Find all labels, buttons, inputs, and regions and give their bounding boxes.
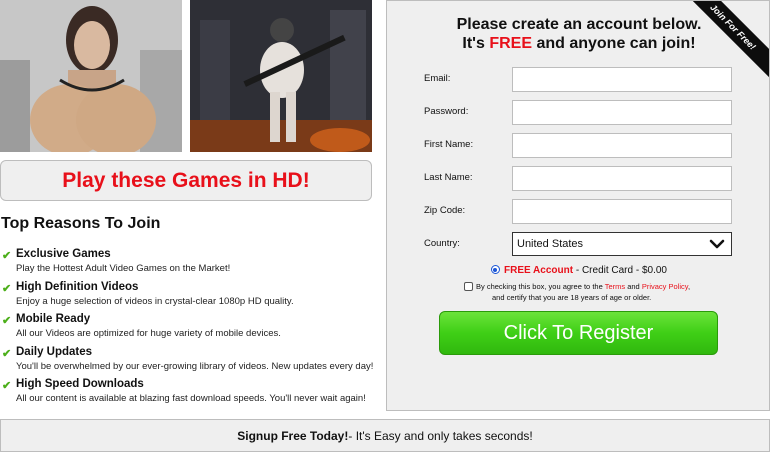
reasons-heading: Top Reasons To Join [1,215,161,232]
list-item: ✔ Exclusive Games Play the Hottest Adult… [0,247,380,280]
check-icon: ✔ [2,380,12,392]
game-thumbnail-2[interactable] [190,0,372,152]
zip-code-row: Zip Code: [387,199,769,225]
reason-description: All our Videos are optimized for huge va… [16,328,281,339]
reason-description: You'll be overwhelmed by our ever-growin… [16,360,374,372]
free-account-label: FREE Account [503,265,574,276]
password-row: Password: [387,100,769,126]
reason-title: Exclusive Games [16,248,111,260]
terms-line1: By checking this box, you agree to the T… [464,281,764,292]
reason-description: Enjoy a huge selection of videos in crys… [16,295,294,307]
first-name-label: First Name: [424,139,474,150]
character-soldier-image [190,0,372,152]
chevron-down-icon [709,239,725,249]
reason-description: All our content is available at blazing … [16,393,366,404]
email-field[interactable] [512,67,732,92]
check-icon: ✔ [2,347,12,360]
country-label: Country: [424,238,460,249]
check-icon: ✔ [2,250,12,262]
signup-subtext: - It's Easy and only takes seconds! [348,428,533,443]
first-name-field[interactable] [512,133,732,158]
list-item: ✔ High Speed Downloads All our content i… [0,377,380,410]
form-heading-line1: Please create an account below. [456,16,702,33]
email-row: Email: [387,67,769,93]
register-button[interactable]: Click To Register [439,311,718,355]
terms-text: , [687,282,691,291]
zip-code-field[interactable] [512,199,732,224]
reason-title: High Speed Downloads [16,378,144,390]
password-label: Password: [424,106,469,117]
reasons-list: ✔ Exclusive Games Play the Hottest Adult… [0,247,380,410]
plan-price-text: - Credit Card - $0.00 [573,265,667,276]
signup-form-panel: Join For Free! Please create an account … [386,0,770,411]
terms-text: and [625,282,642,291]
heading-text: and anyone can join! [532,35,696,52]
last-name-field[interactable] [512,166,732,191]
country-select[interactable]: United States [512,232,732,256]
reason-title: Daily Updates [16,345,93,358]
free-highlight: FREE [489,35,532,52]
plan-option[interactable]: FREE Account - Credit Card - $0.00 [387,265,769,276]
terms-line2: and certify that you are 18 years of age… [492,293,652,302]
terms-link[interactable]: Terms [605,282,625,291]
reason-description: Play the Hottest Adult Video Games on th… [16,263,231,274]
list-item: ✔ High Definition Videos Enjoy a huge se… [0,280,380,313]
password-field[interactable] [512,100,732,125]
check-icon: ✔ [2,315,12,327]
form-heading-line2: It's FREE and anyone can join! [387,34,769,53]
last-name-row: Last Name: [387,166,769,192]
check-icon: ✔ [2,282,12,295]
character-portrait-image [0,0,182,152]
form-heading: Please create an account below. It's FRE… [387,15,769,53]
country-selected-value: United States [517,238,584,250]
email-label: Email: [424,73,451,84]
plan-radio[interactable] [490,265,500,274]
list-item: ✔ Mobile Ready All our Videos are optimi… [0,312,380,345]
game-thumbnail-1[interactable] [0,0,182,152]
list-item: ✔ Daily Updates You'll be overwhelmed by… [0,345,380,378]
privacy-policy-link[interactable]: Privacy Policy [642,282,688,291]
signup-footer-bar[interactable]: Signup Free Today! - It's Easy and only … [0,419,770,452]
zip-code-label: Zip Code: [424,205,466,216]
terms-agreement: By checking this box, you agree to the T… [464,281,764,303]
reason-title: High Definition Videos [16,280,139,293]
game-thumbnails [0,0,372,152]
last-name-label: Last Name: [424,172,473,183]
reason-title: Mobile Ready [16,313,91,325]
heading-text: It's [462,35,490,52]
play-games-banner[interactable]: Play these Games in HD! [0,160,372,201]
signup-free-text: Signup Free Today! [237,428,349,443]
terms-text: By checking this box, you agree to the [476,282,605,291]
terms-checkbox[interactable] [464,282,473,291]
country-row: Country: United States [387,232,769,258]
first-name-row: First Name: [387,133,769,159]
